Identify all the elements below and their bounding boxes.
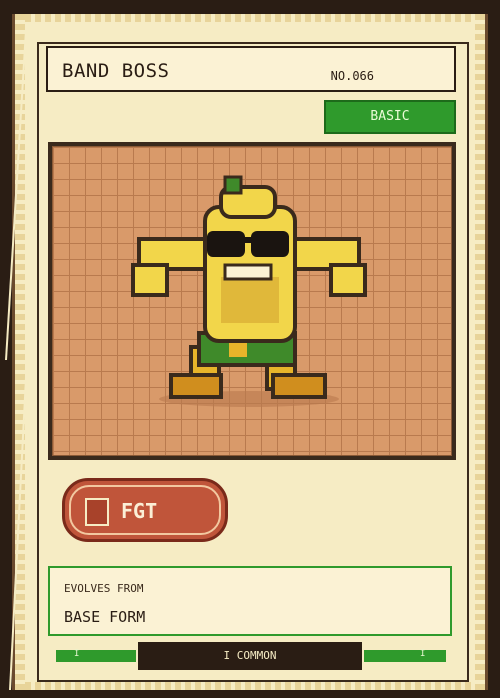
card-number: NO.066 — [330, 69, 374, 83]
stage-badge: BASIC — [324, 100, 456, 134]
art-frame — [48, 142, 456, 460]
card-frame: BAND BOSS NO.066 BASIC FGT EVOLVES FROM … — [0, 0, 500, 698]
right-green-strip: I — [364, 649, 446, 662]
bottom-border-stripe — [15, 682, 485, 690]
left-border-stripe — [15, 14, 25, 690]
title-bar: BAND BOSS NO.066 — [46, 46, 456, 92]
evolves-from-value: BASE FORM — [64, 608, 146, 626]
rarity-badge: I COMMON — [136, 640, 364, 672]
top-border-stripe — [15, 14, 485, 22]
evolves-from-label: EVOLVES FROM — [64, 582, 144, 595]
art-area — [52, 146, 452, 456]
type-badge: FGT — [62, 478, 228, 542]
evolution-panel: EVOLVES FROM BASE FORM — [48, 566, 452, 636]
type-label: FGT — [121, 499, 158, 523]
left-green-strip: I — [56, 649, 138, 662]
banana-character-icon — [131, 175, 367, 407]
card-name: BAND BOSS — [62, 60, 170, 82]
right-border-stripe — [475, 14, 485, 690]
type-icon — [85, 498, 109, 526]
